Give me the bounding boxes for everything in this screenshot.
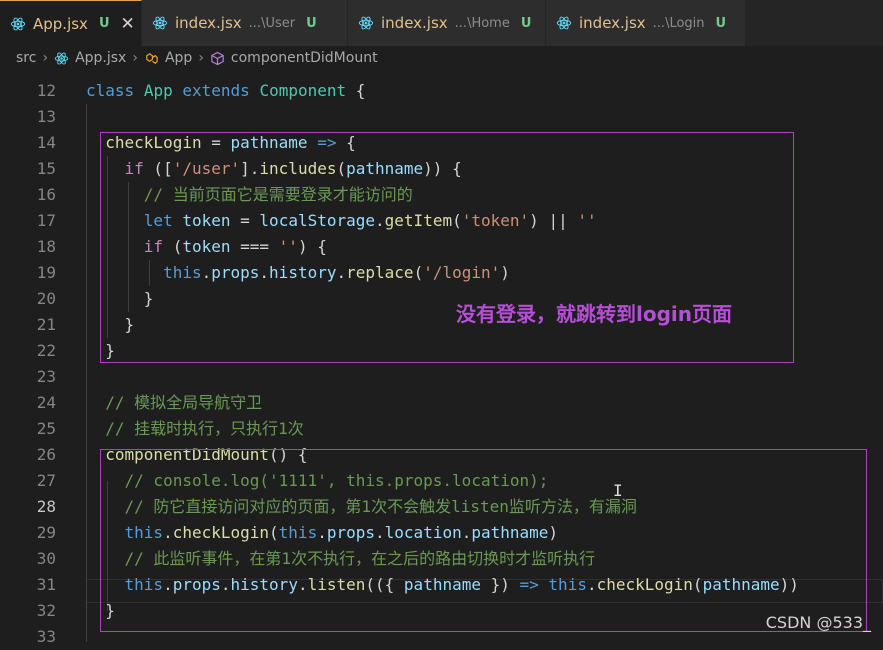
line-number: 27 — [36, 471, 56, 490]
tab-name: index.jsx — [381, 14, 448, 32]
code-line: 12 class App extends Component { — [0, 78, 883, 104]
tab-path: ...\Home — [454, 15, 510, 31]
react-icon — [54, 52, 69, 64]
code-text: class App extends Component { — [86, 78, 365, 104]
code-token: { — [346, 81, 366, 100]
line-number: 14 — [36, 133, 56, 152]
react-icon — [152, 16, 168, 30]
line-number: 13 — [36, 107, 56, 126]
code-token: extends — [182, 81, 250, 100]
close-icon[interactable]: ✕ — [121, 14, 135, 34]
chevron-right-icon: › — [132, 50, 138, 66]
line-number: 15 — [36, 159, 56, 178]
code-line: 24 // 模拟全局导航守卫 — [0, 390, 883, 416]
text-cursor-icon: I — [613, 481, 623, 500]
line-number: 23 — [36, 367, 56, 386]
react-icon — [10, 17, 26, 30]
annotation-box-checklogin — [100, 132, 794, 363]
class-icon — [146, 52, 158, 64]
code-line: 25 // 挂载时执行，只执行1次 — [0, 416, 883, 442]
line-number: 17 — [36, 211, 56, 230]
annotation-box-componentdidmount — [100, 449, 867, 632]
line-number: 12 — [36, 81, 56, 100]
line-number: 29 — [36, 523, 56, 542]
code-token: App — [143, 81, 173, 100]
react-icon — [556, 16, 572, 30]
line-number: 24 — [36, 393, 56, 412]
line-number: 25 — [36, 419, 56, 438]
watermark: CSDN @533_ — [765, 613, 871, 632]
untracked-badge: U — [715, 15, 727, 31]
line-number: 16 — [36, 185, 56, 204]
line-number: 19 — [36, 263, 56, 282]
code-text: // 挂载时执行，只执行1次 — [86, 416, 304, 442]
line-number: 32 — [36, 601, 56, 620]
line-number: 26 — [36, 445, 56, 464]
tab-name: index.jsx — [579, 14, 646, 32]
line-number: 28 — [36, 497, 56, 516]
code-text: // 模拟全局导航守卫 — [86, 390, 262, 416]
react-icon — [358, 16, 374, 30]
breadcrumb-file[interactable]: App.jsx — [75, 50, 126, 66]
untracked-badge: U — [520, 15, 532, 31]
line-number: 18 — [36, 237, 56, 256]
code-line: 13 — [0, 104, 883, 130]
untracked-badge: U — [98, 16, 110, 31]
tab-0[interactable]: App.jsx U ✕ — [0, 0, 142, 46]
tab-name: index.jsx — [175, 14, 242, 32]
tab-path: ...\Login — [652, 15, 705, 31]
code-token: // 模拟全局导航守卫 — [105, 393, 263, 412]
code-token: class — [86, 81, 135, 100]
code-token: // 挂载时执行，只执行1次 — [105, 419, 304, 438]
tab-path: ...\User — [248, 15, 296, 31]
line-number: 20 — [36, 289, 56, 308]
chevron-right-icon: › — [42, 50, 49, 66]
line-number: 30 — [36, 549, 56, 568]
method-icon — [211, 51, 224, 65]
breadcrumb-src[interactable]: src — [16, 50, 36, 66]
tab-1[interactable]: index.jsx ...\User U — [142, 0, 348, 46]
line-number: 31 — [36, 575, 56, 594]
line-number: 21 — [36, 315, 56, 334]
tab-name: App.jsx — [33, 14, 88, 33]
chevron-right-icon: › — [198, 50, 204, 66]
tab-3[interactable]: index.jsx ...\Login U — [546, 0, 746, 46]
line-number: 22 — [36, 341, 56, 360]
tab-2[interactable]: index.jsx ...\Home U — [348, 0, 546, 46]
breadcrumb: src › App.jsx › App › componentDidMount — [0, 46, 883, 70]
untracked-badge: U — [306, 15, 317, 31]
code-line: 23 — [0, 364, 883, 390]
breadcrumb-method[interactable]: componentDidMount — [231, 50, 378, 66]
breadcrumb-class[interactable]: App — [165, 50, 192, 66]
code-token: Component — [259, 81, 347, 100]
line-number: 33 — [36, 627, 56, 646]
annotation-note: 没有登录，就跳转到login页面 — [456, 302, 733, 326]
editor-tab-bar: App.jsx U ✕ index.jsx ...\User Uindex.jsx ...\… — [0, 0, 883, 46]
